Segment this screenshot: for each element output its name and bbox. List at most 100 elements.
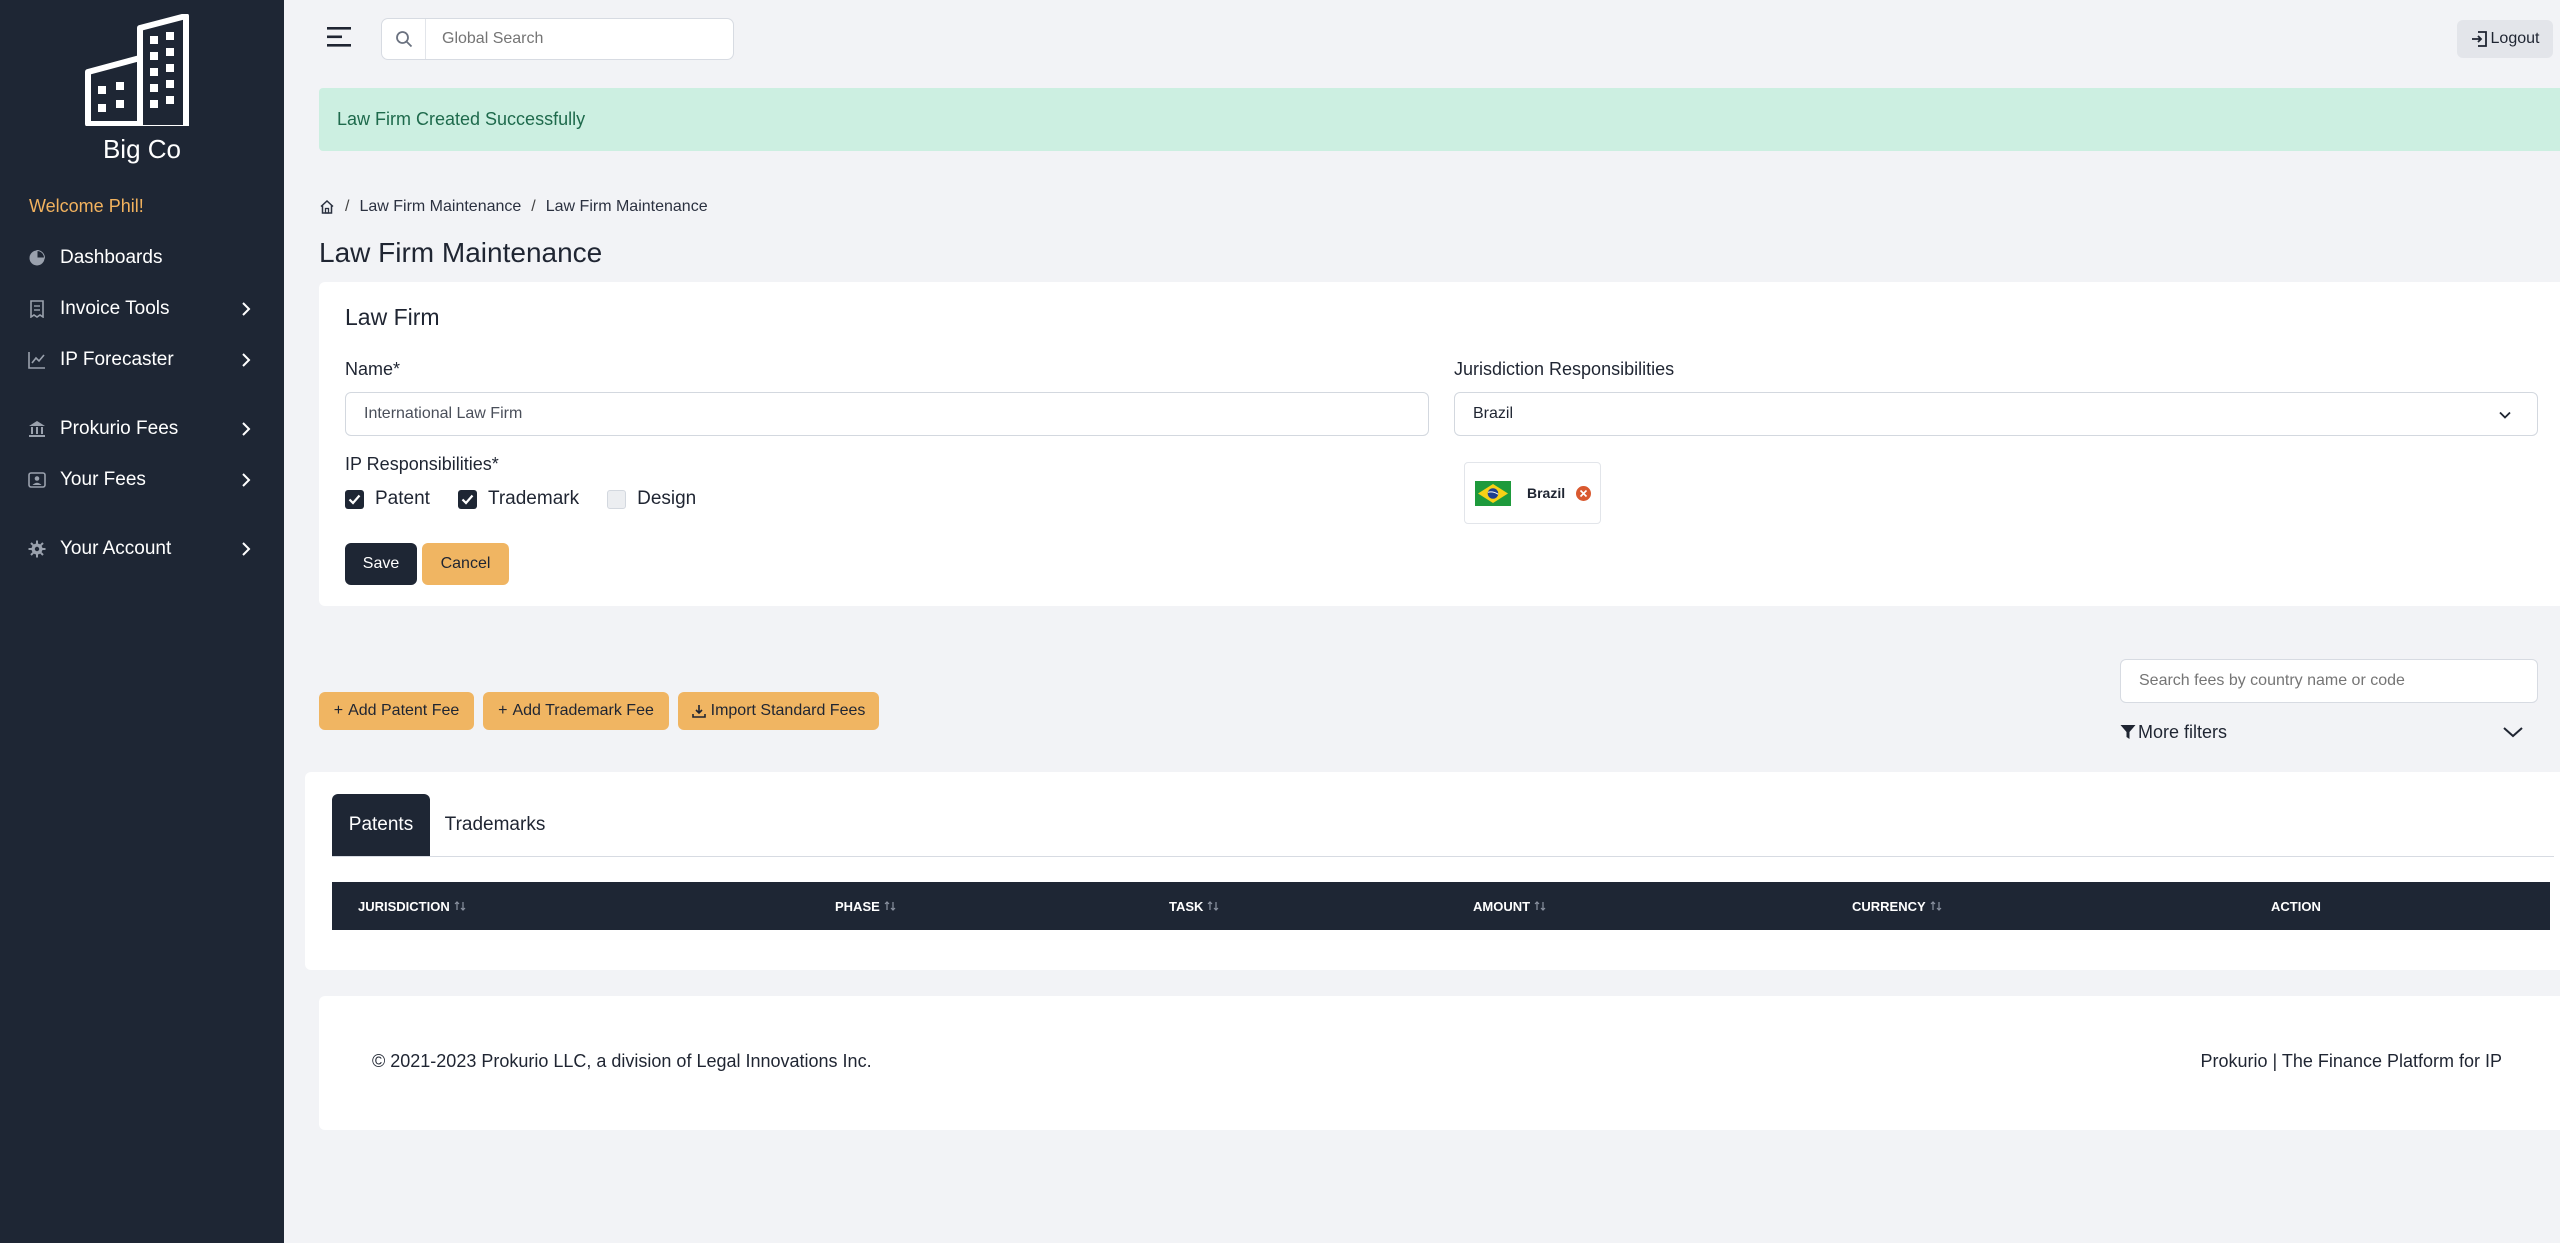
sort-icon bbox=[1534, 901, 1546, 911]
sort-icon bbox=[884, 901, 896, 911]
column-header-currency[interactable]: CURRENCY bbox=[1852, 882, 1942, 930]
fees-table-card: Patents Trademarks JURISDICTION PHASE TA… bbox=[305, 772, 2560, 970]
column-header-action: ACTION bbox=[2271, 882, 2321, 930]
sort-icon bbox=[454, 901, 466, 911]
patent-checkbox[interactable]: Patent bbox=[345, 488, 430, 510]
column-header-task[interactable]: TASK bbox=[1169, 882, 1219, 930]
success-alert: Law Firm Created Successfully bbox=[319, 88, 2560, 151]
sidebar-item-label: Prokurio Fees bbox=[60, 418, 179, 439]
ip-responsibilities-group: Patent Trademark Design bbox=[345, 488, 724, 510]
column-label: TASK bbox=[1169, 898, 1204, 914]
download-icon bbox=[691, 705, 706, 718]
id-card-icon bbox=[27, 470, 47, 490]
chevron-right-icon bbox=[242, 353, 251, 367]
alert-message: Law Firm Created Successfully bbox=[337, 109, 586, 129]
pie-chart-icon bbox=[27, 248, 47, 268]
footer-copyright: © 2021-2023 Prokurio LLC, a division of … bbox=[372, 1051, 872, 1071]
sidebar-item-ip-forecaster[interactable]: IP Forecaster bbox=[0, 338, 284, 382]
sort-icon bbox=[1208, 901, 1219, 911]
law-firm-form-card: Law Firm Name* Jurisdiction Responsibili… bbox=[319, 282, 2560, 606]
footer: © 2021-2023 Prokurio LLC, a division of … bbox=[319, 996, 2560, 1130]
tab-trademarks[interactable]: Trademarks bbox=[440, 794, 550, 856]
logout-label: Logout bbox=[2490, 30, 2540, 47]
import-standard-fees-button[interactable]: Import Standard Fees bbox=[678, 692, 879, 730]
name-field[interactable] bbox=[345, 392, 1429, 436]
sidebar-item-label: Your Fees bbox=[60, 469, 146, 490]
breadcrumb: / Law Firm Maintenance / Law Firm Mainte… bbox=[319, 198, 708, 216]
sidebar-item-dashboards[interactable]: Dashboards bbox=[0, 236, 284, 280]
column-label: ACTION bbox=[2271, 898, 2321, 914]
design-checkbox[interactable]: Design bbox=[607, 488, 696, 510]
more-filters-toggle[interactable]: More filters bbox=[2120, 718, 2523, 746]
hamburger-menu-icon[interactable] bbox=[327, 26, 353, 48]
column-header-phase[interactable]: PHASE bbox=[835, 882, 896, 930]
plus-icon: + bbox=[333, 702, 344, 719]
column-header-amount[interactable]: AMOUNT bbox=[1473, 882, 1546, 930]
chevron-right-icon bbox=[242, 473, 251, 487]
breadcrumb-item: Law Firm Maintenance bbox=[545, 198, 708, 215]
breadcrumb-separator: / bbox=[531, 198, 536, 215]
logout-icon bbox=[2471, 31, 2487, 47]
checkbox-checked-icon bbox=[457, 489, 477, 509]
name-label: Name* bbox=[345, 359, 401, 379]
checkbox-label: Trademark bbox=[487, 488, 580, 509]
chevron-right-icon bbox=[242, 422, 251, 436]
button-label: Import Standard Fees bbox=[710, 702, 866, 719]
form-title: Law Firm bbox=[345, 304, 440, 330]
checkbox-unchecked-icon bbox=[607, 489, 627, 509]
sidebar-item-invoice-tools[interactable]: Invoice Tools bbox=[0, 287, 284, 331]
search-icon bbox=[382, 19, 426, 59]
checkbox-label: Patent bbox=[375, 488, 430, 509]
global-search-input[interactable] bbox=[426, 30, 733, 48]
add-trademark-fee-button[interactable]: + Add Trademark Fee bbox=[483, 692, 669, 730]
trademark-checkbox[interactable]: Trademark bbox=[457, 488, 580, 510]
global-search[interactable] bbox=[381, 18, 734, 60]
chevron-down-icon bbox=[2503, 727, 2523, 738]
selected-country-chip: Brazil bbox=[1464, 462, 1601, 524]
checkbox-checked-icon bbox=[345, 489, 364, 509]
table-header: JURISDICTION PHASE TASK AMOUNT CURRENCY … bbox=[332, 882, 2550, 930]
chevron-right-icon bbox=[242, 542, 251, 556]
chevron-down-icon bbox=[2499, 411, 2511, 419]
breadcrumb-item[interactable]: Law Firm Maintenance bbox=[359, 198, 521, 216]
sidebar-item-your-account[interactable]: Your Account bbox=[0, 527, 284, 571]
sidebar-item-label: IP Forecaster bbox=[60, 349, 174, 370]
receipt-icon bbox=[27, 299, 47, 319]
sidebar-item-label: Invoice Tools bbox=[60, 298, 170, 319]
filter-icon bbox=[2120, 725, 2136, 739]
save-button[interactable]: Save bbox=[345, 543, 417, 585]
tab-patents[interactable]: Patents bbox=[332, 794, 430, 856]
column-label: JURISDICTION bbox=[358, 898, 450, 914]
column-header-jurisdiction[interactable]: JURISDICTION bbox=[358, 882, 466, 930]
home-icon[interactable] bbox=[319, 199, 335, 215]
brazil-flag-icon bbox=[1475, 480, 1511, 506]
plus-icon: + bbox=[498, 702, 508, 719]
sidebar-item-your-fees[interactable]: Your Fees bbox=[0, 458, 284, 502]
cancel-button[interactable]: Cancel bbox=[422, 543, 509, 585]
fees-search-input[interactable] bbox=[2120, 659, 2538, 703]
jurisdiction-select[interactable]: Brazil bbox=[1454, 392, 2538, 436]
sort-icon bbox=[1930, 901, 1942, 911]
sidebar-item-prokurio-fees[interactable]: Prokurio Fees bbox=[0, 407, 284, 451]
jurisdiction-selected-value: Brazil bbox=[1473, 405, 1514, 422]
add-patent-fee-button[interactable]: + Add Patent Fee bbox=[319, 692, 474, 730]
building-logo-icon bbox=[85, 14, 189, 126]
footer-tagline: Prokurio | The Finance Platform for IP bbox=[2200, 1051, 2502, 1071]
selected-country-name: Brazil bbox=[1527, 485, 1566, 501]
gear-icon bbox=[27, 539, 47, 559]
brand-name: Big Co bbox=[102, 134, 182, 164]
checkbox-label: Design bbox=[637, 488, 697, 509]
button-label: Add Patent Fee bbox=[348, 702, 460, 719]
trend-chart-icon bbox=[27, 350, 47, 370]
logout-button[interactable]: Logout bbox=[2457, 20, 2553, 58]
jurisdiction-label: Jurisdiction Responsibilities bbox=[1454, 359, 1675, 379]
ip-responsibilities-label: IP Responsibilities* bbox=[345, 454, 499, 474]
breadcrumb-separator: / bbox=[345, 198, 350, 215]
remove-country-icon[interactable] bbox=[1575, 485, 1592, 502]
sidebar-item-label: Your Account bbox=[60, 538, 172, 559]
tab-divider bbox=[332, 856, 2554, 857]
page-title: Law Firm Maintenance bbox=[319, 237, 603, 268]
sidebar: Big Co Welcome Phil! Dashboards Invoice … bbox=[0, 0, 284, 1243]
column-label: AMOUNT bbox=[1473, 898, 1531, 914]
bank-icon bbox=[27, 419, 47, 439]
